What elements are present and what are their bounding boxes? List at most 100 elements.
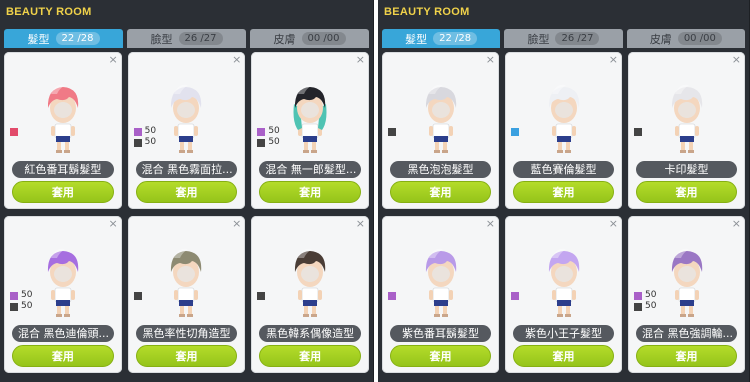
hairstyle-name: 混合 黑色迪倫頭... [12,325,114,342]
apply-button[interactable]: 套用 [513,345,614,367]
hairstyle-card[interactable]: × 黑色韓系偶像造型套用 [251,216,369,373]
apply-button[interactable]: 套用 [636,345,737,367]
swatch-row [133,291,142,300]
swatch-row [511,291,519,300]
hairstyle-card[interactable]: × 紫色番耳鬍髮型套用 [382,216,499,373]
tab-skin[interactable]: 皮膚 00 /00 [626,29,745,48]
hairstyle-name: 紫色番耳鬍髮型 [390,325,491,342]
color-mix-swatches [511,127,519,136]
tab-face[interactable]: 臉型 26 /27 [504,29,623,48]
color-swatch [10,127,18,136]
apply-button[interactable]: 套用 [135,345,238,367]
color-mix-swatches [511,291,519,300]
hairstyle-name: 卡印髮型 [636,161,737,178]
swatch-row [388,127,396,136]
color-swatch [257,138,266,147]
color-swatch [634,127,642,136]
apply-button[interactable]: 套用 [259,181,361,203]
color-mix-swatches [10,127,18,136]
tab-label: 皮膚 [649,32,672,46]
character-avatar [671,248,702,317]
apply-button[interactable]: 套用 [513,181,614,203]
swatch-row [257,291,266,300]
swatch-row: 50 [133,137,157,147]
hairstyle-card[interactable]: × 藍色賽倫髮型套用 [505,52,622,209]
apply-button[interactable]: 套用 [390,181,491,203]
hairstyle-name: 混合 黑色霧面拉... [135,161,238,178]
tab-count: 00 /00 [677,32,722,45]
hairstyle-name: 黑色韓系偶像造型 [259,325,361,342]
category-tabs: 髮型 22 /28 臉型 26 /27 皮膚 00 /00 [382,29,745,48]
hairstyle-card[interactable]: × 黑色率性切角造型 套用 [127,216,246,373]
apply-button[interactable]: 套用 [259,345,361,367]
character-avatar [425,84,456,153]
character-avatar [47,248,79,317]
category-tabs: 髮型 22 /28 臉型 26 /27 皮膚 00 /00 [4,29,369,48]
apply-button[interactable]: 套用 [12,181,114,203]
tab-skin[interactable]: 皮膚 00 /00 [250,29,369,48]
beauty-room-screen: BEAUTY ROOM 髮型 22 /28 臉型 26 /27 皮膚 00 /00 × 紅色番耳… [0,0,750,382]
tab-label: 臉型 [527,32,550,46]
tab-hair[interactable]: 髮型 22 /28 [4,29,123,48]
color-mix-swatches [388,291,396,300]
color-mix-swatches [133,291,142,300]
character-avatar [47,84,79,153]
tab-face[interactable]: 臉型 26 /27 [127,29,246,48]
tab-label: 髮型 [27,32,50,46]
hairstyle-name: 黑色泡泡髮型 [390,161,491,178]
hairstyle-card[interactable]: × 紫色小王子髮型 套用 [505,216,622,373]
character-avatar [293,84,327,153]
hairstyle-grid: × 紅色番耳鬍髮型 套用 × 50 50 混合 黑色霧面拉... 套用 × 50 50 混合 無一郎髮… [4,52,369,373]
close-icon[interactable]: × [609,54,618,65]
mix-ratio: 50 [144,126,157,136]
close-icon[interactable]: × [108,54,117,65]
mix-ratio: 50 [268,126,280,136]
close-icon[interactable]: × [732,54,741,65]
tab-label: 皮膚 [273,32,296,46]
close-icon[interactable]: × [486,218,495,229]
mix-ratio: 50 [144,137,157,147]
close-icon[interactable]: × [356,218,365,229]
tab-count: 00 /00 [301,32,346,45]
color-swatch [133,291,142,300]
color-mix-swatches [634,127,642,136]
apply-button[interactable]: 套用 [135,181,238,203]
close-icon[interactable]: × [609,218,618,229]
close-icon[interactable]: × [356,54,365,65]
close-icon[interactable]: × [232,218,241,229]
apply-button[interactable]: 套用 [12,345,114,367]
tab-hair[interactable]: 髮型 22 /28 [382,29,501,48]
close-icon[interactable]: × [108,218,117,229]
mix-ratio: 50 [21,290,33,300]
hairstyle-card[interactable]: × 50 50 混合 黑色強調輪... 套用 [628,216,745,373]
beauty-room-panel-right: BEAUTY ROOM 髮型 22 /28 臉型 26 /27 皮膚 00 /00 × 黑色泡泡… [378,0,750,382]
swatch-row: 50 [634,291,656,300]
apply-button[interactable]: 套用 [636,181,737,203]
hairstyle-card[interactable]: × 卡印髮型套用 [628,52,745,209]
hairstyle-card[interactable]: × 50 50 混合 無一郎髮型... 套用 [251,52,369,209]
apply-button[interactable]: 套用 [390,345,491,367]
hairstyle-name: 混合 黑色強調輪... [636,325,737,342]
color-mix-swatches: 50 50 [10,291,32,311]
character-avatar [425,248,456,317]
color-mix-swatches: 50 50 [634,291,656,311]
close-icon[interactable]: × [486,54,495,65]
hairstyle-card[interactable]: × 黑色泡泡髮型套用 [382,52,499,209]
close-icon[interactable]: × [232,54,241,65]
character-avatar [171,248,202,317]
swatch-row: 50 [10,302,32,311]
hairstyle-card[interactable]: × 50 50 混合 黑色霧面拉... 套用 [127,52,246,209]
color-mix-swatches: 50 50 [257,126,280,147]
hairstyle-name: 藍色賽倫髮型 [513,161,614,178]
color-swatch [511,127,519,136]
tab-count: 26 /27 [555,32,600,45]
hairstyle-card[interactable]: × 50 50 混合 黑色迪倫頭... 套用 [4,216,122,373]
mix-ratio: 50 [21,301,33,311]
swatch-row: 50 [10,291,32,300]
color-swatch [634,291,642,300]
close-icon[interactable]: × [732,218,741,229]
panel-title: BEAUTY ROOM [6,6,92,18]
character-avatar [295,248,326,317]
hairstyle-card[interactable]: × 紅色番耳鬍髮型 套用 [4,52,122,209]
color-mix-swatches: 50 50 [133,126,157,147]
